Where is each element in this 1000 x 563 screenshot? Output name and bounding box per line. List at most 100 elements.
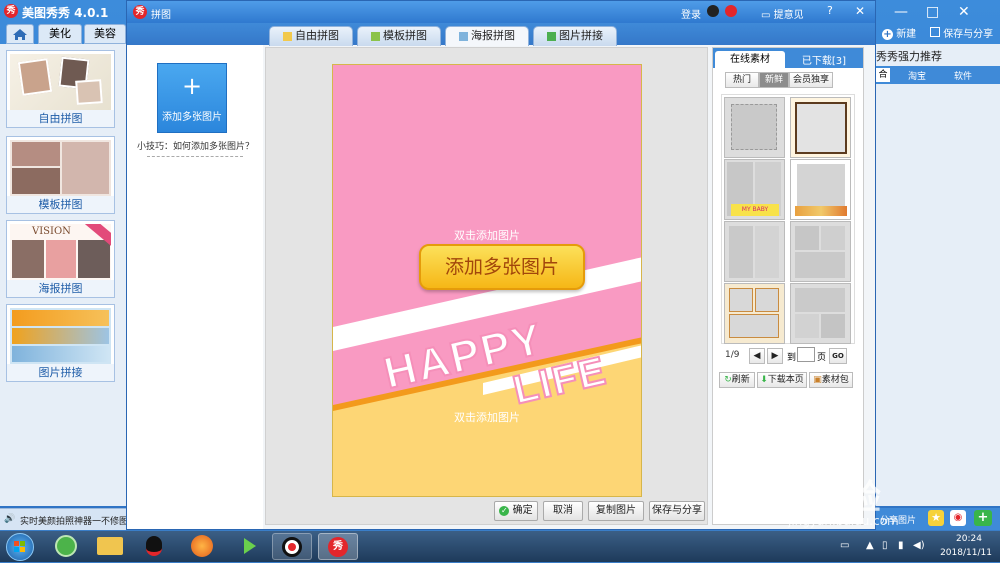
left-item-label: 自由拼图: [7, 110, 114, 127]
tab-free-collage[interactable]: 自由拼图: [269, 26, 353, 46]
material-thumb[interactable]: [790, 283, 851, 344]
taskbar-qq-icon[interactable]: [134, 533, 174, 560]
collage-dialog: 秀 拼图 登录 ▭ 提意见 ? ✕ 自由拼图 模板拼图 海报拼图 图片拼接 + …: [126, 0, 876, 530]
tip-link[interactable]: 小技巧：如何添加多张图片？: [137, 139, 255, 152]
start-button[interactable]: [6, 533, 34, 561]
tab-beautify[interactable]: 美化: [38, 24, 82, 44]
baidu-watermark: Bai经验: [760, 479, 881, 517]
left-item-stitch[interactable]: 图片拼接: [6, 304, 115, 382]
taskbar-meitu-icon[interactable]: 秀: [318, 533, 358, 560]
material-thumb[interactable]: MY BABY: [724, 159, 785, 220]
taskbar-explorer-icon[interactable]: [90, 533, 130, 560]
goto-label: 到: [787, 353, 797, 363]
cancel-button[interactable]: 取消: [543, 501, 583, 521]
dialog-titlebar: 秀 拼图 登录 ▭ 提意见 ? ✕: [127, 1, 875, 23]
maximize-button[interactable]: □: [926, 4, 939, 20]
material-thumb[interactable]: [790, 97, 851, 158]
taskbar-firefox-icon[interactable]: [182, 533, 222, 560]
status-bar: 🔊 实时美颜拍照神器一不修图: [0, 508, 128, 530]
left-item-label: 图片拼接: [7, 364, 114, 381]
dialog-logo-icon: 秀: [133, 5, 147, 19]
feedback-link[interactable]: ▭ 提意见: [761, 6, 804, 21]
tab-template-collage[interactable]: 模板拼图: [357, 26, 441, 46]
material-panel: 在线素材 已下载[3] 热门 新鲜 会员独享 MY BABY 1/9 ◀ ▶ 到…: [712, 47, 864, 525]
new-button[interactable]: + 新建: [882, 25, 916, 40]
left-item-poster-collage[interactable]: VISION 海报拼图: [6, 220, 115, 298]
dialog-help-button[interactable]: ?: [827, 4, 833, 17]
home-icon: [13, 29, 27, 40]
divider: [147, 156, 243, 157]
material-thumb[interactable]: [724, 97, 785, 158]
main-save-share-button[interactable]: 保存与分享: [930, 25, 993, 40]
add-icon[interactable]: +: [974, 510, 992, 526]
tray-volume-icon[interactable]: ◀): [913, 540, 925, 551]
qq-icon[interactable]: [707, 5, 719, 17]
plus-icon: +: [181, 72, 203, 100]
dialog-tabbar: 自由拼图 模板拼图 海报拼图 图片拼接: [127, 23, 875, 46]
free-collage-icon: [283, 31, 292, 41]
material-thumb[interactable]: [790, 159, 851, 220]
star-icon[interactable]: ★: [928, 510, 944, 526]
tab-online-materials[interactable]: 在线素材: [715, 51, 785, 68]
save-share-button[interactable]: 保存与分享: [649, 501, 705, 521]
tray-keyboard-icon[interactable]: ▭: [840, 540, 849, 551]
poster-collage-icon: [459, 31, 468, 41]
taskbar-video-icon[interactable]: [230, 533, 270, 560]
right-tab-taobao[interactable]: 淘宝: [908, 69, 926, 82]
tray-up-arrow-icon[interactable]: ▲: [866, 540, 874, 551]
poster-add-multi-button[interactable]: 添加多张图片: [419, 244, 585, 290]
poster-canvas[interactable]: HAPPY LIFE 双击添加图片 双击添加图片 添加多张图片: [332, 64, 642, 497]
taskbar-360-icon[interactable]: [46, 533, 86, 560]
thumb-text: MY BABY: [731, 204, 779, 216]
template-collage-thumb: [10, 140, 111, 196]
right-panel-title: 秀秀强力推荐: [876, 50, 942, 63]
taskbar-recorder-icon[interactable]: [272, 533, 312, 560]
filter-member[interactable]: 会员独享: [789, 72, 833, 88]
login-link[interactable]: 登录: [681, 6, 701, 21]
stitch-thumb: [10, 308, 111, 364]
material-thumb[interactable]: [724, 283, 785, 344]
prev-page-button[interactable]: ◀: [749, 348, 765, 364]
add-multi-button[interactable]: + 添加多张图片: [157, 63, 227, 133]
filter-new[interactable]: 新鲜: [759, 72, 789, 88]
tab-stitch[interactable]: 图片拼接: [533, 26, 617, 46]
right-tab-software[interactable]: 软件: [954, 69, 972, 82]
material-thumb[interactable]: [724, 221, 785, 282]
go-button[interactable]: GO: [829, 348, 847, 364]
dialog-title: 拼图: [151, 10, 171, 21]
tray-network-icon[interactable]: ▮: [898, 540, 904, 551]
material-pack-button[interactable]: ▣素材包: [809, 372, 853, 388]
weibo-login-icon[interactable]: [725, 5, 737, 17]
baidu-watermark-url: jingyan.baidu.com: [788, 514, 899, 528]
home-tab[interactable]: [6, 24, 34, 44]
window-controls: — □ ✕: [880, 4, 1000, 20]
filter-hot[interactable]: 热门: [725, 72, 759, 88]
left-item-free-collage[interactable]: 自由拼图: [6, 50, 115, 128]
tray-device-icon[interactable]: ▯: [882, 540, 888, 551]
material-thumb[interactable]: [790, 221, 851, 282]
weibo-icon[interactable]: ◉: [950, 510, 966, 526]
tab-poster-collage[interactable]: 海报拼图: [445, 26, 529, 46]
material-grid: MY BABY: [721, 94, 855, 344]
tab-downloaded[interactable]: 已下载[3]: [787, 52, 861, 67]
chat-icon: ▭: [761, 10, 771, 21]
clock-date[interactable]: 2018/11/11: [938, 548, 994, 558]
confirm-button[interactable]: ✓ 确定: [494, 501, 538, 521]
dialog-close-button[interactable]: ✕: [855, 4, 865, 18]
plus-circle-icon: +: [882, 29, 893, 40]
download-page-button[interactable]: ⬇下载本页: [757, 372, 807, 388]
refresh-button[interactable]: ↻刷新: [719, 372, 755, 388]
tab-beauty[interactable]: 美容: [84, 24, 126, 44]
page-label: 页: [817, 353, 827, 363]
close-button[interactable]: ✕: [958, 4, 970, 20]
minimize-button[interactable]: —: [894, 4, 908, 20]
right-tab-0[interactable]: 合: [876, 68, 890, 82]
next-page-button[interactable]: ▶: [767, 348, 783, 364]
package-icon: ▣: [813, 375, 822, 385]
clock-time[interactable]: 20:24: [948, 534, 990, 544]
left-item-template-collage[interactable]: 模板拼图: [6, 136, 115, 214]
check-icon: ✓: [499, 506, 510, 516]
copy-image-button[interactable]: 复制图片: [588, 501, 644, 521]
page-input[interactable]: [797, 347, 815, 362]
taskbar: 秀 ▭ ▲ ▯ ▮ ◀) 20:24 2018/11/11: [0, 531, 1000, 562]
